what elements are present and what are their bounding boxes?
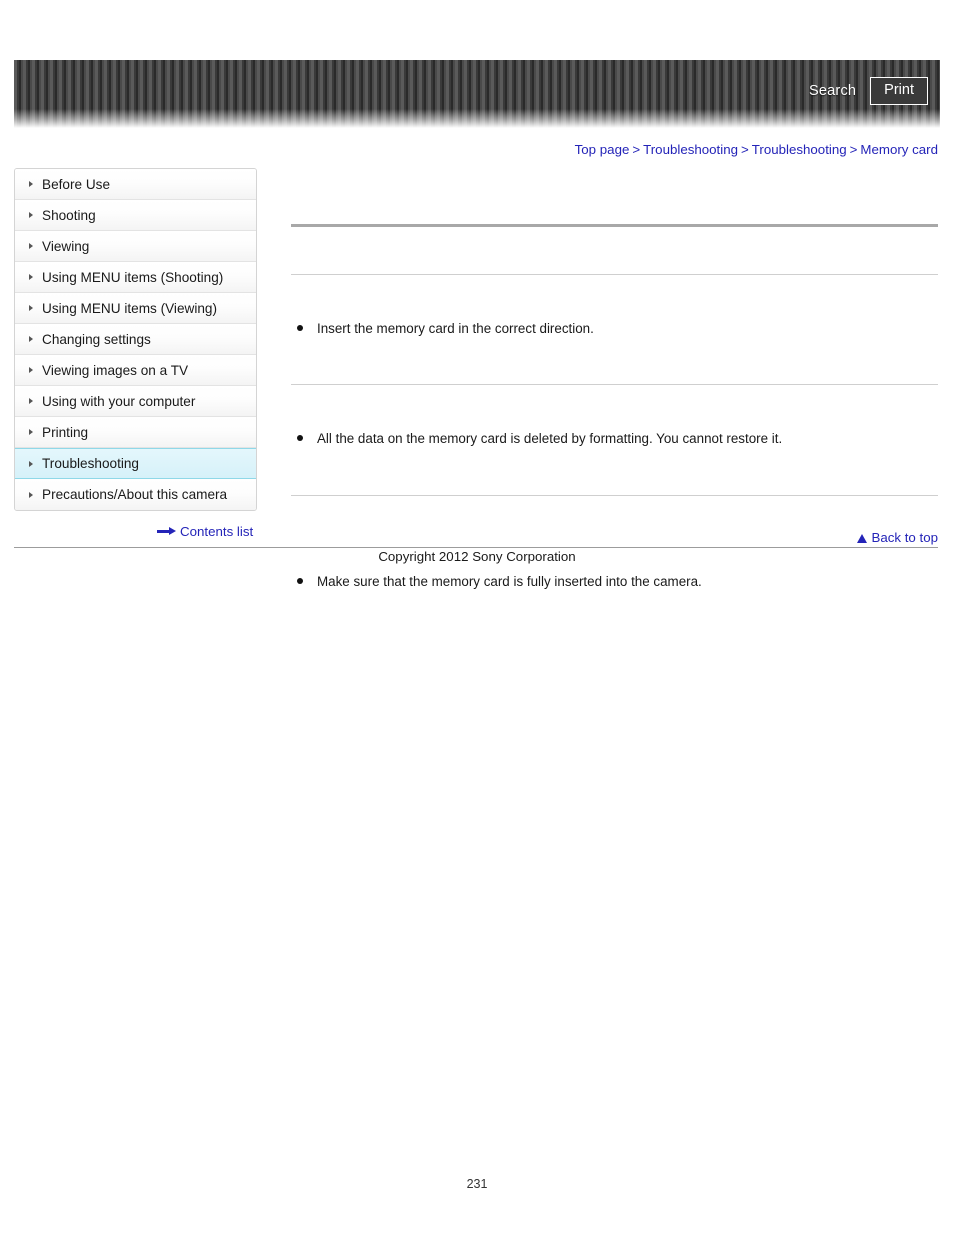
print-button[interactable]: Print (870, 77, 928, 105)
sidebar-item-label: Using MENU items (Shooting) (42, 269, 224, 285)
chevron-right-icon (29, 429, 33, 435)
sidebar-item-label: Precautions/About this camera (42, 487, 228, 502)
chevron-right-icon (29, 181, 33, 187)
sidebar-item-label: Troubleshooting (42, 456, 139, 471)
sidebar-item-precautions-about-this-camera[interactable]: Precautions/About this camera (15, 479, 256, 510)
triangle-up-icon (857, 533, 868, 543)
chevron-right-icon (29, 243, 33, 249)
search-button[interactable]: Search (809, 83, 856, 99)
list-item-text: Make sure that the memory card is fully … (317, 573, 702, 589)
sidebar-item-label: Viewing images on a TV (42, 362, 189, 378)
breadcrumb-separator: > (741, 142, 749, 157)
chevron-right-icon (29, 398, 33, 404)
sidebar-item-viewing[interactable]: Viewing (15, 231, 256, 262)
list-item-text: All the data on the memory card is delet… (317, 431, 783, 447)
bullet-icon (297, 325, 303, 331)
main-content: Insert the memory card in the correct di… (291, 196, 938, 591)
sidebar-item-shooting[interactable]: Shooting (15, 200, 256, 231)
sidebar-item-label: Viewing (42, 238, 90, 254)
list-item: Make sure that the memory card is fully … (291, 572, 938, 591)
bullet-icon (297, 435, 303, 442)
breadcrumb-item-troubleshooting[interactable]: Troubleshooting (643, 142, 738, 157)
sidebar-item-label: Before Use (42, 176, 111, 192)
sidebar-item-using-menu-items-viewing[interactable]: Using MENU items (Viewing) (15, 293, 256, 324)
sidebar-item-label: Shooting (42, 207, 96, 223)
contents-list-label: Contents list (180, 524, 254, 539)
breadcrumb-item-memory-card[interactable]: Memory card (860, 142, 938, 157)
page-number: 231 (466, 1177, 488, 1191)
arrow-right-icon (157, 527, 176, 536)
sidebar-item-label: Using MENU items (Viewing) (42, 300, 217, 316)
contents-list-link[interactable]: Contents list (157, 524, 253, 539)
bullet-icon (297, 577, 303, 584)
chevron-right-icon (29, 212, 33, 218)
sidebar-item-using-menu-items-shooting[interactable]: Using MENU items (Shooting) (15, 262, 256, 293)
sidebar-item-label: Using with your computer (42, 393, 196, 409)
chevron-right-icon (29, 491, 33, 498)
breadcrumb-item-top-page[interactable]: Top page (575, 142, 630, 157)
footer-divider (14, 547, 938, 548)
chevron-right-icon (29, 274, 33, 280)
chevron-right-icon (29, 460, 33, 467)
chevron-right-icon (29, 367, 33, 373)
sidebar-item-using-with-your-computer[interactable]: Using with your computer (15, 386, 256, 417)
sidebar-item-printing[interactable]: Printing (15, 417, 256, 448)
sidebar-item-changing-settings[interactable]: Changing settings (15, 324, 256, 355)
breadcrumb-separator: > (849, 142, 858, 157)
sidebar-item-before-use[interactable]: Before Use (15, 169, 256, 200)
list-item: Insert the memory card in the correct di… (291, 319, 938, 338)
chevron-right-icon (29, 305, 33, 311)
sidebar-item-label: Printing (42, 424, 89, 440)
breadcrumb-separator: > (632, 142, 641, 157)
list-item-text: Insert the memory card in the correct di… (317, 321, 594, 336)
sidebar-item-viewing-images-on-a-tv[interactable]: Viewing images on a TV (15, 355, 256, 386)
sidebar-item-troubleshooting[interactable]: Troubleshooting (15, 448, 256, 479)
back-to-top-link[interactable]: Back to top (857, 530, 938, 545)
header-banner: Search Print (14, 60, 940, 128)
sidebar: Before Use Shooting Viewing Using MENU i… (14, 168, 257, 511)
breadcrumb: Top page > Troubleshooting > Troubleshooting… (575, 142, 938, 157)
sidebar-item-label: Changing settings (42, 331, 151, 347)
back-to-top-label: Back to top (871, 530, 938, 545)
copyright-text: Copyright 2012 Sony Corporation (378, 549, 576, 564)
list-item: All the data on the memory card is delet… (291, 429, 938, 448)
breadcrumb-item-troubleshooting-2[interactable]: Troubleshooting (752, 142, 847, 157)
chevron-right-icon (29, 336, 33, 342)
header-controls: Search Print (809, 77, 928, 105)
